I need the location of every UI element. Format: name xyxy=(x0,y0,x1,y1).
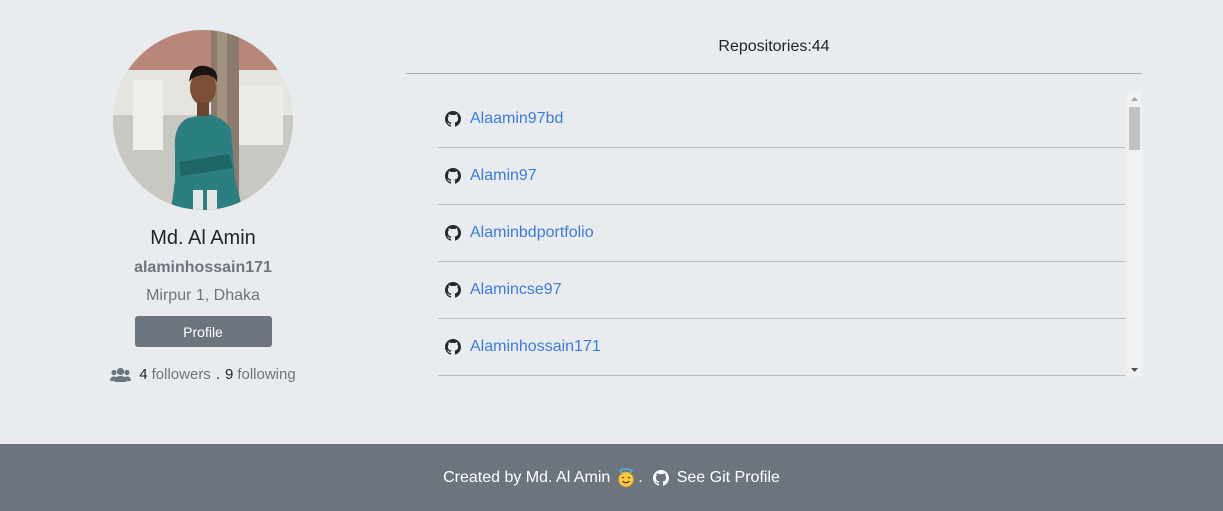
avatar xyxy=(113,30,293,210)
repositories-heading: Repositories:44 xyxy=(718,38,830,55)
repo-link[interactable]: Alaminhossain171 xyxy=(470,338,601,356)
repo-list-scrollbar[interactable] xyxy=(1127,91,1142,377)
github-icon xyxy=(445,111,461,127)
following-label: following xyxy=(237,366,296,383)
footer: Created by Md. Al Amin . See Git Profile xyxy=(0,444,1223,511)
scroll-up-arrow-icon[interactable] xyxy=(1127,91,1142,106)
scrollbar-thumb[interactable] xyxy=(1129,107,1140,150)
profile-button[interactable]: Profile xyxy=(134,316,272,347)
repo-link[interactable]: Alaamin97bd xyxy=(470,110,563,128)
github-icon xyxy=(445,225,461,241)
follow-stats: 4 followers . 9 following xyxy=(110,366,296,383)
repo-link[interactable]: Alaminbdportfolio xyxy=(470,224,594,242)
list-item: Alaamin97bd xyxy=(438,91,1125,148)
profile-username: alaminhossain171 xyxy=(134,259,272,276)
github-icon xyxy=(445,339,461,355)
github-icon xyxy=(445,168,461,184)
profile-location: Mirpur 1, Dhaka xyxy=(146,287,260,304)
list-item: Alaminbdportfolio xyxy=(438,205,1125,262)
following-count: 9 xyxy=(224,366,234,383)
list-item: Alamincse97 xyxy=(438,262,1125,319)
repository-list-panel[interactable]: Alaamin97bd Alamin97 Alaminbdportfolio A… xyxy=(438,91,1142,377)
profile-card: Md. Al Amin alaminhossain171 Mirpur 1, D… xyxy=(83,30,323,383)
github-icon xyxy=(652,469,669,486)
heading-divider xyxy=(406,73,1142,74)
github-icon xyxy=(445,282,461,298)
scroll-down-arrow-icon[interactable] xyxy=(1127,362,1142,377)
repository-list: Alaamin97bd Alamin97 Alaminbdportfolio A… xyxy=(438,91,1125,376)
see-git-profile-link[interactable]: See Git Profile xyxy=(677,469,780,487)
footer-dot: . xyxy=(638,468,643,486)
users-icon xyxy=(110,367,132,383)
smiling-face-with-halo-icon xyxy=(616,467,636,488)
repo-link[interactable]: Alamin97 xyxy=(470,167,537,185)
followers-label: followers xyxy=(151,366,211,383)
repo-link[interactable]: Alamincse97 xyxy=(470,281,562,299)
followers-count: 4 xyxy=(139,366,148,383)
profile-name: Md. Al Amin xyxy=(150,227,256,249)
list-item: Alamin97 xyxy=(438,148,1125,205)
follow-separator: . xyxy=(215,366,220,383)
list-item: Alaminhossain171 xyxy=(438,319,1125,376)
footer-credit: Created by Md. Al Amin xyxy=(443,468,611,486)
